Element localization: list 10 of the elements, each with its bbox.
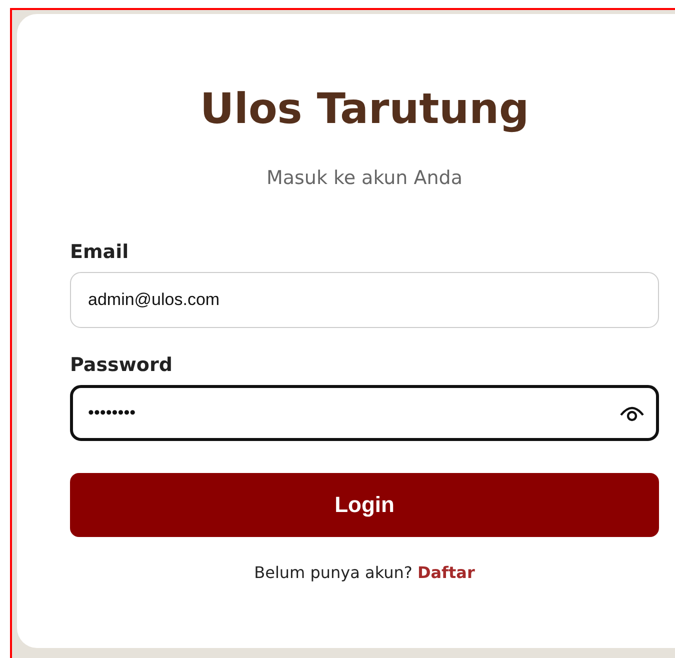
password-field[interactable]: •••••••• (70, 385, 659, 441)
signup-prompt: Belum punya akun? (254, 563, 414, 582)
email-field[interactable]: admin@ulos.com (70, 272, 659, 328)
field-label: Email (70, 241, 130, 263)
field-label: Password (70, 354, 174, 376)
signup-link[interactable]: Daftar (417, 563, 475, 582)
eye-icon[interactable] (619, 404, 645, 422)
app-title: Ulos Tarutung (198, 84, 530, 133)
subtitle: Masuk ke akun Anda (265, 167, 464, 189)
login-button[interactable]: Login (70, 473, 659, 537)
